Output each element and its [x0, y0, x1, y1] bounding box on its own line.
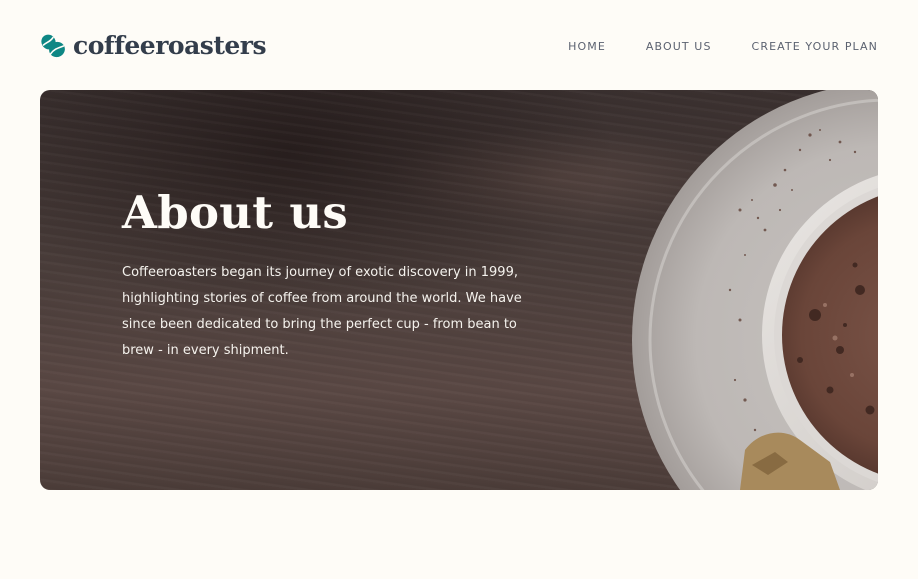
coffee-bean-icon: [40, 33, 66, 59]
page-title: About us: [122, 186, 349, 239]
hero-description: Coffeeroasters began its journey of exot…: [122, 265, 522, 358]
nav-about-us[interactable]: ABOUT US: [646, 40, 712, 53]
logo-link[interactable]: coffeeroasters: [40, 30, 267, 62]
logo-text: coffeeroasters: [73, 31, 267, 60]
nav-create-your-plan[interactable]: CREATE YOUR PLAN: [752, 40, 878, 53]
nav-home[interactable]: HOME: [568, 40, 606, 53]
about-hero: About us Coffeeroasters began its journe…: [40, 90, 878, 490]
site-header: coffeeroasters HOME ABOUT US CREATE YOUR…: [40, 30, 878, 62]
hero-content: About us Coffeeroasters began its journe…: [122, 186, 542, 364]
main-nav: HOME ABOUT US CREATE YOUR PLAN: [528, 30, 878, 62]
